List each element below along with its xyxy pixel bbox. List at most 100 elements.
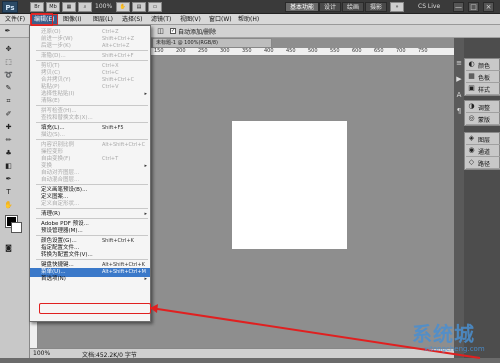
paragraph-icon[interactable]: ¶ <box>454 106 464 117</box>
healing-brush-tool-icon[interactable]: ✚ <box>3 122 14 133</box>
ruler-tick: 650 <box>374 48 384 54</box>
workspace-photography[interactable]: 摄影 <box>365 2 388 12</box>
menu-separator <box>36 105 148 106</box>
submenu-arrow-icon: ▸ <box>144 211 147 217</box>
styles-icon: ▣ <box>468 84 475 92</box>
minibridge-icon[interactable]: Mb <box>46 2 60 12</box>
screen-mode-icon[interactable]: ▭ <box>148 2 162 12</box>
workspace-design[interactable]: 设计 <box>319 2 342 12</box>
path-ops-icon[interactable]: ◫ <box>155 26 166 37</box>
auto-add-delete-label: 自动添加/删除 <box>178 29 217 36</box>
eraser-tool-icon[interactable]: ◧ <box>3 161 14 172</box>
menu-view[interactable]: 视图(V) <box>177 15 204 24</box>
hand-tool-icon[interactable]: ✋ <box>3 200 14 211</box>
cs-live[interactable]: CS Live <box>418 3 440 10</box>
zoom-level-icon[interactable]: ⌕ <box>78 2 92 12</box>
channels-icon: ◉ <box>468 146 475 154</box>
ruler-tick: 400 <box>264 48 274 54</box>
view-extras-icon[interactable]: ▦ <box>62 2 76 12</box>
panel-layers[interactable]: ◈ 图层 <box>466 133 500 145</box>
menu-separator <box>36 139 148 140</box>
eyedropper-tool-icon[interactable]: ✐ <box>3 109 14 120</box>
ruler-tick: 200 <box>176 48 186 54</box>
ruler-tick: 500 <box>308 48 318 54</box>
menu-layer[interactable]: 图层(L) <box>90 15 116 24</box>
edit-menu-item[interactable]: 首选项(N) ▸ <box>30 275 150 284</box>
panel-label: 样式 <box>478 87 491 94</box>
arrange-documents-icon[interactable]: ▤ <box>132 2 146 12</box>
menu-item-label: 转换为配置文件(V)... <box>41 252 93 258</box>
menu-bar: 文件(F) 编辑(E) 图像(I) 图层(L) 选择(S) 滤镜(T) 视图(V… <box>0 14 500 25</box>
panel-label: 图层 <box>478 137 491 144</box>
panel-paths[interactable]: ◇ 路径 <box>466 157 500 169</box>
ruler-tick: 250 <box>198 48 208 54</box>
menu-help[interactable]: 帮助(H) <box>235 15 262 24</box>
canvas[interactable] <box>232 121 347 249</box>
zoom-level[interactable]: 100% <box>95 3 112 10</box>
lasso-tool-icon[interactable]: ➰ <box>3 70 14 81</box>
panel-swatches[interactable]: ▦ 色板 <box>466 71 500 83</box>
submenu-arrow-icon: ▸ <box>144 276 147 282</box>
character-icon[interactable]: A <box>454 90 464 101</box>
auto-add-delete-checkbox[interactable]: ✓ <box>170 28 176 34</box>
clone-stamp-tool-icon[interactable]: ♣ <box>3 148 14 159</box>
pen-tool-icon[interactable]: ✒ <box>3 174 14 185</box>
move-tool-icon[interactable]: ✥ <box>3 44 14 55</box>
ruler-tick: 700 <box>396 48 406 54</box>
hand-icon[interactable]: ✋ <box>116 2 130 12</box>
pen-tool-preset-icon[interactable]: ✒ <box>2 26 13 37</box>
bridge-icon[interactable]: Br <box>30 2 44 12</box>
panel-masks[interactable]: ◎ 蒙版 <box>466 113 500 125</box>
menu-item-label: 渐隐(D)... <box>41 53 66 59</box>
menu-separator <box>36 122 148 123</box>
status-doc-info: 文档:452.2K/0 字节 <box>82 352 137 359</box>
quick-mask-icon[interactable]: ◙ <box>3 243 14 254</box>
type-tool-icon[interactable]: T <box>3 187 14 198</box>
swatches-icon: ▦ <box>468 72 475 80</box>
menu-window[interactable]: 窗口(W) <box>206 15 235 24</box>
edit-menu-dropdown: 还原(O) Ctrl+Z 前进一步(W) Shift+Ctrl+Z 后退一步(K) Alt… <box>29 25 151 322</box>
menu-item-label: 定义自定形状... <box>41 201 80 207</box>
menu-item-label: 描边(S)... <box>41 132 66 138</box>
crop-tool-icon[interactable]: ⌗ <box>3 96 14 107</box>
photoshop-window: Ps Br Mb ▦ ⌕ 100% ✋ ▤ ▭ 基本功能 设计 绘画 摄影 » … <box>0 0 500 363</box>
ruler-tick: 600 <box>352 48 362 54</box>
marquee-tool-icon[interactable]: ⬚ <box>3 57 14 68</box>
adjust-icon: ◑ <box>468 102 475 110</box>
panel-color[interactable]: ◐ 颜色 <box>466 59 500 71</box>
workspace-painting[interactable]: 绘画 <box>342 2 365 12</box>
toolbox: ✥ ⬚ ➰ ✎ ⌗ ✐ ✚ ✏ ♣ ◧ ✒ T ✋ ◙ <box>0 38 30 358</box>
menu-item-shortcut: Shift+Ctrl+F <box>102 53 134 59</box>
menu-separator <box>36 50 148 51</box>
panel-styles[interactable]: ▣ 样式 <box>466 83 500 95</box>
menu-select[interactable]: 选择(S) <box>119 15 146 24</box>
panel-adjustments[interactable]: ◑ 调整 <box>466 101 500 113</box>
watermark-brand: 系统城 <box>412 322 475 346</box>
annotation-arrow-head <box>150 304 158 313</box>
minimize-button[interactable]: — <box>453 2 464 12</box>
menu-filter[interactable]: 滤镜(T) <box>148 15 174 24</box>
maximize-button[interactable]: □ <box>468 2 479 12</box>
menu-file[interactable]: 文件(F) <box>2 15 28 24</box>
ruler-tick: 150 <box>154 48 164 54</box>
document-tab[interactable]: 未标题-1 @ 100%(RGB/8) <box>152 38 272 48</box>
menu-item-shortcut: Alt+Ctrl+Z <box>102 43 130 49</box>
panel-channels[interactable]: ◉ 通道 <box>466 145 500 157</box>
quick-select-tool-icon[interactable]: ✎ <box>3 83 14 94</box>
more-workspaces-icon[interactable]: » <box>390 2 404 12</box>
history-icon[interactable]: ≡ <box>454 58 464 69</box>
actions-icon[interactable]: ▶ <box>454 74 464 85</box>
panel-group-layers: ◈ 图层 ◉ 通道 ◇ 路径 <box>464 132 500 170</box>
menu-item-label: 查找和替换文本(X)... <box>41 115 93 121</box>
panel-group-adjust: ◑ 调整 ◎ 蒙版 <box>464 100 500 126</box>
panel-label: 蒙版 <box>478 117 491 124</box>
status-zoom[interactable]: 100% <box>33 350 50 357</box>
workspace-essentials[interactable]: 基本功能 <box>285 2 320 12</box>
close-button[interactable]: × <box>483 2 494 12</box>
background-color-swatch[interactable] <box>11 222 22 233</box>
menu-image[interactable]: 图像(I) <box>60 15 84 24</box>
menu-item-label: 首选项(N) <box>41 276 66 282</box>
menu-separator <box>36 208 148 209</box>
menu-item-label: 清除(E) <box>41 98 60 104</box>
brush-tool-icon[interactable]: ✏ <box>3 135 14 146</box>
